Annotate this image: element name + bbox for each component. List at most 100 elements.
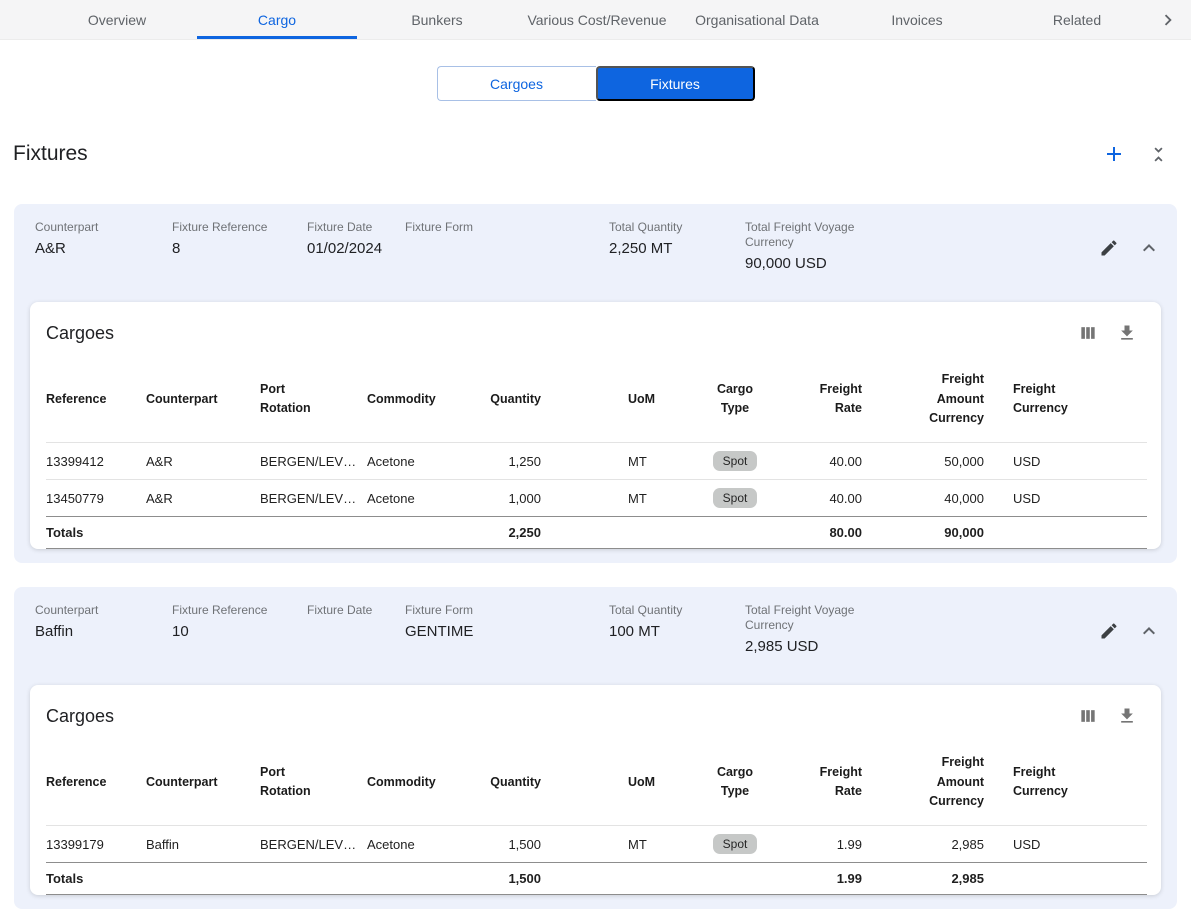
tab-bar-tabs: Overview CargoBunkers Various Cost/Revenue…: [37, 0, 1157, 39]
column-header-uom[interactable]: UoM: [618, 739, 695, 826]
column-header-quantity[interactable]: Quantity: [460, 739, 618, 826]
cell-freight-currency: USD: [994, 480, 1147, 517]
totals-cell-cargo-type: [695, 517, 775, 549]
field-value: 2,985 USD: [745, 638, 1089, 656]
toggle-label: Cargoes: [490, 76, 543, 92]
column-settings-button[interactable]: [1076, 704, 1100, 728]
edit-fixture-button[interactable]: [1097, 236, 1121, 260]
tab-label: Overview: [88, 12, 146, 28]
fixture-card: CounterpartA&RFixture Reference8Fixture …: [14, 204, 1177, 563]
tab-label: Various Cost/Revenue: [527, 12, 666, 28]
column-header-reference[interactable]: Reference: [46, 739, 146, 826]
cargoes-head: Cargoes: [46, 701, 1145, 731]
column-header-freight-currency[interactable]: Freight Currency: [994, 356, 1147, 443]
cell-quantity: 1,000: [460, 480, 618, 517]
tab-cargo[interactable]: Cargo: [197, 0, 357, 39]
column-header-port-rotation[interactable]: Port Rotation: [260, 356, 367, 443]
field-label: Total Quantity: [609, 603, 737, 618]
totals-cell-reference: Totals: [46, 517, 146, 549]
pencil-icon: [1099, 238, 1119, 258]
field-label: Counterpart: [35, 220, 164, 235]
field-value: 2,250 MT: [609, 240, 737, 258]
column-header-uom[interactable]: UoM: [618, 356, 695, 443]
column-header-freight-rate[interactable]: Freight Rate: [775, 739, 872, 826]
cargoes-table: ReferenceCounterpartPort RotationCommodi…: [46, 739, 1147, 895]
page-title: Fixtures: [13, 142, 88, 166]
fixture-header: CounterpartA&RFixture Reference8Fixture …: [30, 220, 1161, 302]
table-row[interactable]: 13450779A&RBERGEN/LEV…Acetone1,000MTSpot…: [46, 480, 1147, 517]
cell-freight-rate: 40.00: [775, 480, 872, 517]
field-label: Counterpart: [35, 603, 164, 618]
collapse-fixture-button[interactable]: [1137, 236, 1161, 260]
column-header-counterpart[interactable]: Counterpart: [146, 739, 260, 826]
fixture-field-counterpart: CounterpartA&R: [35, 220, 172, 258]
fixture-field-total-freight-voyage-currency: Total Freight Voyage Currency2,985 USD: [745, 603, 1097, 656]
tab-bunkers[interactable]: Bunkers: [357, 0, 517, 39]
totals-cell-freight-amount-currency: 90,000: [872, 517, 994, 549]
chevron-right-icon: [1157, 9, 1179, 31]
column-header-quantity[interactable]: Quantity: [460, 356, 618, 443]
table-row[interactable]: 13399412A&RBERGEN/LEV…Acetone1,250MTSpot…: [46, 443, 1147, 480]
column-header-commodity[interactable]: Commodity: [367, 739, 460, 826]
column-header-label: Cargo Type: [712, 763, 758, 802]
totals-cell-freight-currency: [994, 517, 1147, 549]
toggle-cargoes[interactable]: Cargoes: [437, 66, 596, 101]
column-header-label: Freight Currency: [1013, 763, 1075, 802]
tab-various-cost-revenue[interactable]: Various Cost/Revenue: [517, 0, 677, 39]
totals-cell-quantity: 2,250: [460, 517, 618, 549]
table-row[interactable]: 13399179BaffinBERGEN/LEV…Acetone1,500MTS…: [46, 826, 1147, 863]
cell-counterpart: A&R: [146, 443, 260, 480]
cell-reference: 13450779: [46, 480, 146, 517]
totals-cell-freight-rate: 80.00: [775, 517, 872, 549]
column-header-freight-currency[interactable]: Freight Currency: [994, 739, 1147, 826]
tab-organisational-data[interactable]: Organisational Data: [677, 0, 837, 39]
collapse-all-button[interactable]: [1146, 142, 1170, 166]
tab-overview[interactable]: Overview: [37, 0, 197, 39]
table-header-row: Reference CounterpartPort RotationCommodi…: [46, 356, 1147, 443]
toggle-fixtures[interactable]: Fixtures: [596, 66, 755, 101]
column-header-freight-amount-currency[interactable]: Freight Amount Currency: [872, 739, 994, 826]
column-header-label: Freight Rate: [812, 763, 862, 802]
tab-invoices[interactable]: Invoices: [837, 0, 997, 39]
field-label: Total Freight Voyage Currency: [745, 220, 863, 250]
totals-cell-counterpart: [146, 517, 260, 549]
field-value: [405, 240, 601, 258]
download-button[interactable]: [1115, 321, 1139, 345]
cell-port-rotation: BERGEN/LEV…: [260, 826, 367, 863]
fixture-field-counterpart: CounterpartBaffin: [35, 603, 172, 641]
add-fixture-button[interactable]: [1102, 142, 1126, 166]
download-button[interactable]: [1115, 704, 1139, 728]
table-header-row: ReferenceCounterpartPort RotationCommodi…: [46, 739, 1147, 826]
column-header-freight-rate[interactable]: Freight Rate: [775, 356, 872, 443]
column-header-commodity[interactable]: Commodity: [367, 356, 460, 443]
cell-freight-amount-currency: 2,985: [872, 826, 994, 863]
column-settings-button[interactable]: [1076, 321, 1100, 345]
cell-reference: 13399412: [46, 443, 146, 480]
tabs-overflow-button[interactable]: [1157, 0, 1191, 39]
column-header-label: UoM: [628, 390, 655, 409]
cargoes-table: Reference CounterpartPort RotationCommodi…: [46, 356, 1147, 549]
tab-related[interactable]: Related: [997, 0, 1157, 39]
cell-uom: MT: [618, 443, 695, 480]
fixture-field-fixture-reference: Fixture Reference8: [172, 220, 307, 258]
columns-icon: [1078, 323, 1098, 343]
collapse-fixture-button[interactable]: [1137, 619, 1161, 643]
column-header-cargo-type[interactable]: Cargo Type: [695, 739, 775, 826]
column-header-freight-amount-currency[interactable]: Freight Amount Currency: [872, 356, 994, 443]
fixture-field-total-freight-voyage-currency: Total Freight Voyage Currency90,000 USD: [745, 220, 1097, 273]
cell-cargo-type: Spot: [695, 826, 775, 863]
edit-fixture-button[interactable]: [1097, 619, 1121, 643]
totals-cell-port-rotation: [260, 517, 367, 549]
column-header-counterpart[interactable]: Counterpart: [146, 356, 260, 443]
field-label: Fixture Form: [405, 603, 601, 618]
column-header-port-rotation[interactable]: Port Rotation: [260, 739, 367, 826]
chevron-up-icon: [1137, 236, 1161, 260]
column-header-cargo-type[interactable]: Cargo Type: [695, 356, 775, 443]
column-header-label: Reference: [46, 390, 106, 409]
column-header-reference[interactable]: Reference: [46, 356, 146, 443]
cargoes-title: Cargoes: [46, 706, 114, 727]
field-value: 8: [172, 240, 299, 258]
cargoes-actions: [1076, 704, 1145, 728]
cell-freight-rate: 1.99: [775, 826, 872, 863]
plus-icon: [1102, 142, 1126, 166]
